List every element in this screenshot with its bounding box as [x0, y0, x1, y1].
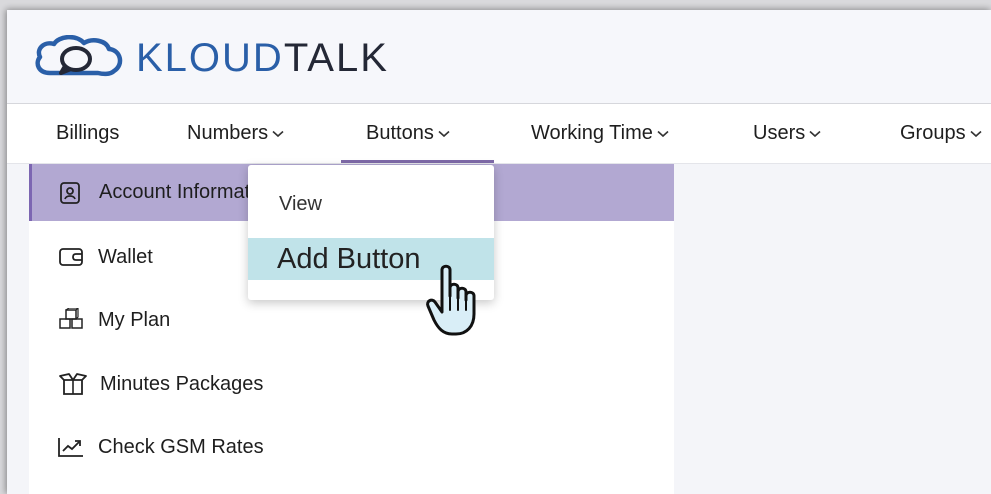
content-area: [674, 164, 991, 494]
chevron-down-icon: [809, 130, 821, 138]
nav-item-label: Groups: [900, 122, 966, 144]
sidebar-item-check-gsm-rates[interactable]: Check GSM Rates: [29, 418, 674, 476]
chevron-down-icon: [272, 130, 284, 138]
nav-item-label: Working Time: [531, 122, 653, 144]
nav-item-label: Billings: [56, 122, 120, 144]
nav-item-groups[interactable]: Groups: [900, 104, 982, 163]
nav-item-buttons[interactable]: Buttons: [366, 104, 450, 163]
sidebar-item-minutes-packages[interactable]: Minutes Packages: [29, 355, 674, 413]
brand-name-part2: TALK: [283, 36, 389, 80]
nav-item-label: Users: [753, 122, 806, 144]
main-nav: Billings Numbers Buttons Working Time Us…: [7, 104, 991, 164]
brand-name-part1: KLOUD: [136, 36, 284, 80]
rates-chart-icon: [56, 436, 86, 458]
account-info-icon: [55, 181, 85, 205]
nav-item-numbers[interactable]: Numbers: [187, 104, 284, 163]
sidebar-item-label: Wallet: [98, 245, 153, 268]
chevron-down-icon: [657, 130, 669, 138]
nav-item-working-time[interactable]: Working Time: [531, 104, 669, 163]
sidebar-item-label: My Plan: [98, 308, 171, 331]
dropdown-item-label: Add Button: [277, 242, 421, 275]
app-header: KLOUDTALK: [7, 10, 991, 104]
cloud-chat-icon: [32, 35, 124, 81]
dropdown-item-view[interactable]: View: [248, 183, 494, 225]
brand-logo[interactable]: KLOUDTALK: [32, 34, 389, 82]
nav-item-label: Buttons: [366, 122, 434, 144]
brand-name: KLOUDTALK: [136, 34, 389, 82]
sidebar-item-label: Account Informat: [99, 181, 251, 203]
cubes-icon: [56, 308, 86, 332]
nav-item-billings[interactable]: Billings: [56, 104, 119, 163]
nav-item-label: Numbers: [187, 122, 269, 144]
app-window: KLOUDTALK Billings Numbers Buttons Worki…: [7, 10, 991, 494]
nav-item-users[interactable]: Users: [753, 104, 821, 163]
chevron-down-icon: [970, 130, 982, 138]
active-nav-indicator: [341, 160, 494, 163]
dropdown-item-label: View: [279, 192, 322, 215]
hand-pointer-icon: [425, 262, 483, 340]
wallet-icon: [56, 246, 86, 268]
sidebar-item-label: Minutes Packages: [100, 372, 264, 395]
chevron-down-icon: [438, 130, 450, 138]
package-icon: [58, 372, 88, 396]
sidebar-item-label: Check GSM Rates: [98, 435, 264, 458]
